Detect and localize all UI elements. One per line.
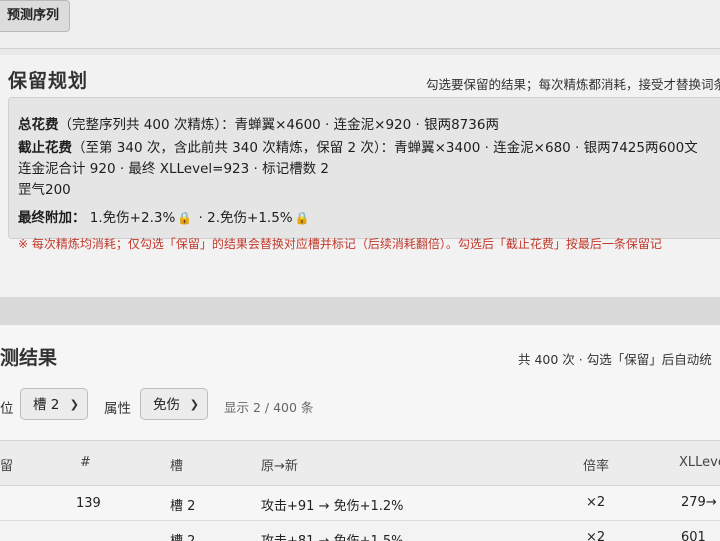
final-bonus-label: 最终附加： (18, 210, 86, 226)
row-xllevel: 279→ (681, 495, 717, 510)
plan-hint: 勾选要保留的结果；每次精炼都消耗，接受才替换词条 (426, 77, 720, 92)
row-multiplier: ×2 (586, 495, 606, 510)
predict-sequence-button[interactable]: 预测序列 (0, 0, 71, 32)
cutoff-summary-line: 连金泥合计 920 · 最终 XLLevel=923 · 标记槽数 2 (18, 161, 329, 177)
row-xllevel: 601 (681, 530, 706, 541)
attribute-filter-label: 属性 (104, 401, 131, 417)
row-slot: 槽 2 (170, 530, 195, 541)
col-xllevel[interactable]: XLLevel (679, 455, 720, 470)
col-slot[interactable]: 槽 (170, 455, 183, 474)
col-multiplier[interactable]: 倍率 (583, 455, 609, 474)
col-index[interactable]: # (80, 455, 91, 470)
total-cost-detail: （完整序列共 400 次精炼）：青蝉翼×4600 · 连金泥×920 · 银两8… (58, 117, 499, 133)
gangqi-line: 罡气200 (18, 182, 71, 198)
row-change: 攻击+91 → 免伤+1.2% (261, 499, 404, 514)
total-cost-label: 总花费 (18, 117, 59, 133)
col-change[interactable]: 原→新 (261, 455, 298, 474)
section-divider (0, 297, 720, 325)
slot-filter-value: 槽 2 (33, 397, 60, 413)
final-bonus-separator: · (198, 210, 203, 226)
cutoff-cost-line: 截止花费（至第 340 次，含此前共 340 次精炼，保留 2 次）：青蝉翼×3… (18, 136, 698, 156)
attribute-filter-value: 免伤 (153, 397, 180, 413)
col-keep[interactable]: 留 (0, 455, 13, 474)
chevron-down-icon: ❯ (69, 398, 79, 411)
chevron-down-icon: ❯ (189, 398, 199, 411)
row-index: 139 (76, 496, 101, 511)
result-count: 显示 2 / 400 条 (224, 400, 314, 415)
table-row[interactable]: 槽 2 攻击+81 → 免伤+1.5% ×2 601 (0, 520, 720, 541)
lock-icon: 🔒 (294, 211, 310, 225)
warning-note: ※ 每次精炼均消耗；仅勾选「保留」的结果会替换对应槽并标记（后续消耗翻倍）。勾选… (18, 237, 662, 251)
results-hint: 共 400 次 · 勾选「保留」后自动统 (518, 352, 712, 367)
results-table-header (0, 440, 720, 486)
attribute-filter-select[interactable]: 免伤 ❯ (140, 388, 208, 420)
lock-icon: 🔒 (177, 211, 193, 225)
cutoff-cost-detail: （至第 340 次，含此前共 340 次精炼，保留 2 次）：青蝉翼×3400 … (72, 140, 698, 156)
slot-filter-select[interactable]: 槽 2 ❯ (20, 388, 88, 420)
total-cost-line: 总花费（完整序列共 400 次精炼）：青蝉翼×4600 · 连金泥×920 · … (18, 113, 499, 133)
results-title: 测结果 (0, 347, 58, 369)
top-toolbar: 预测序列 (0, 0, 720, 49)
final-bonus-item-2: 2.免伤+1.5% (207, 210, 293, 226)
cutoff-cost-label: 截止花费 (18, 140, 72, 156)
slot-filter-label: 位 (0, 401, 14, 417)
row-slot: 槽 2 (170, 499, 196, 514)
final-bonus-item-1: 1.免伤+2.3% (89, 210, 176, 226)
final-bonus-line: 最终附加： 1.免伤+2.3% 🔒 · 2.免伤+1.5% 🔒 (18, 206, 312, 226)
row-change: 攻击+81 → 免伤+1.5% (261, 530, 404, 541)
row-multiplier: ×2 (586, 530, 606, 541)
plan-title: 保留规划 (8, 70, 89, 92)
